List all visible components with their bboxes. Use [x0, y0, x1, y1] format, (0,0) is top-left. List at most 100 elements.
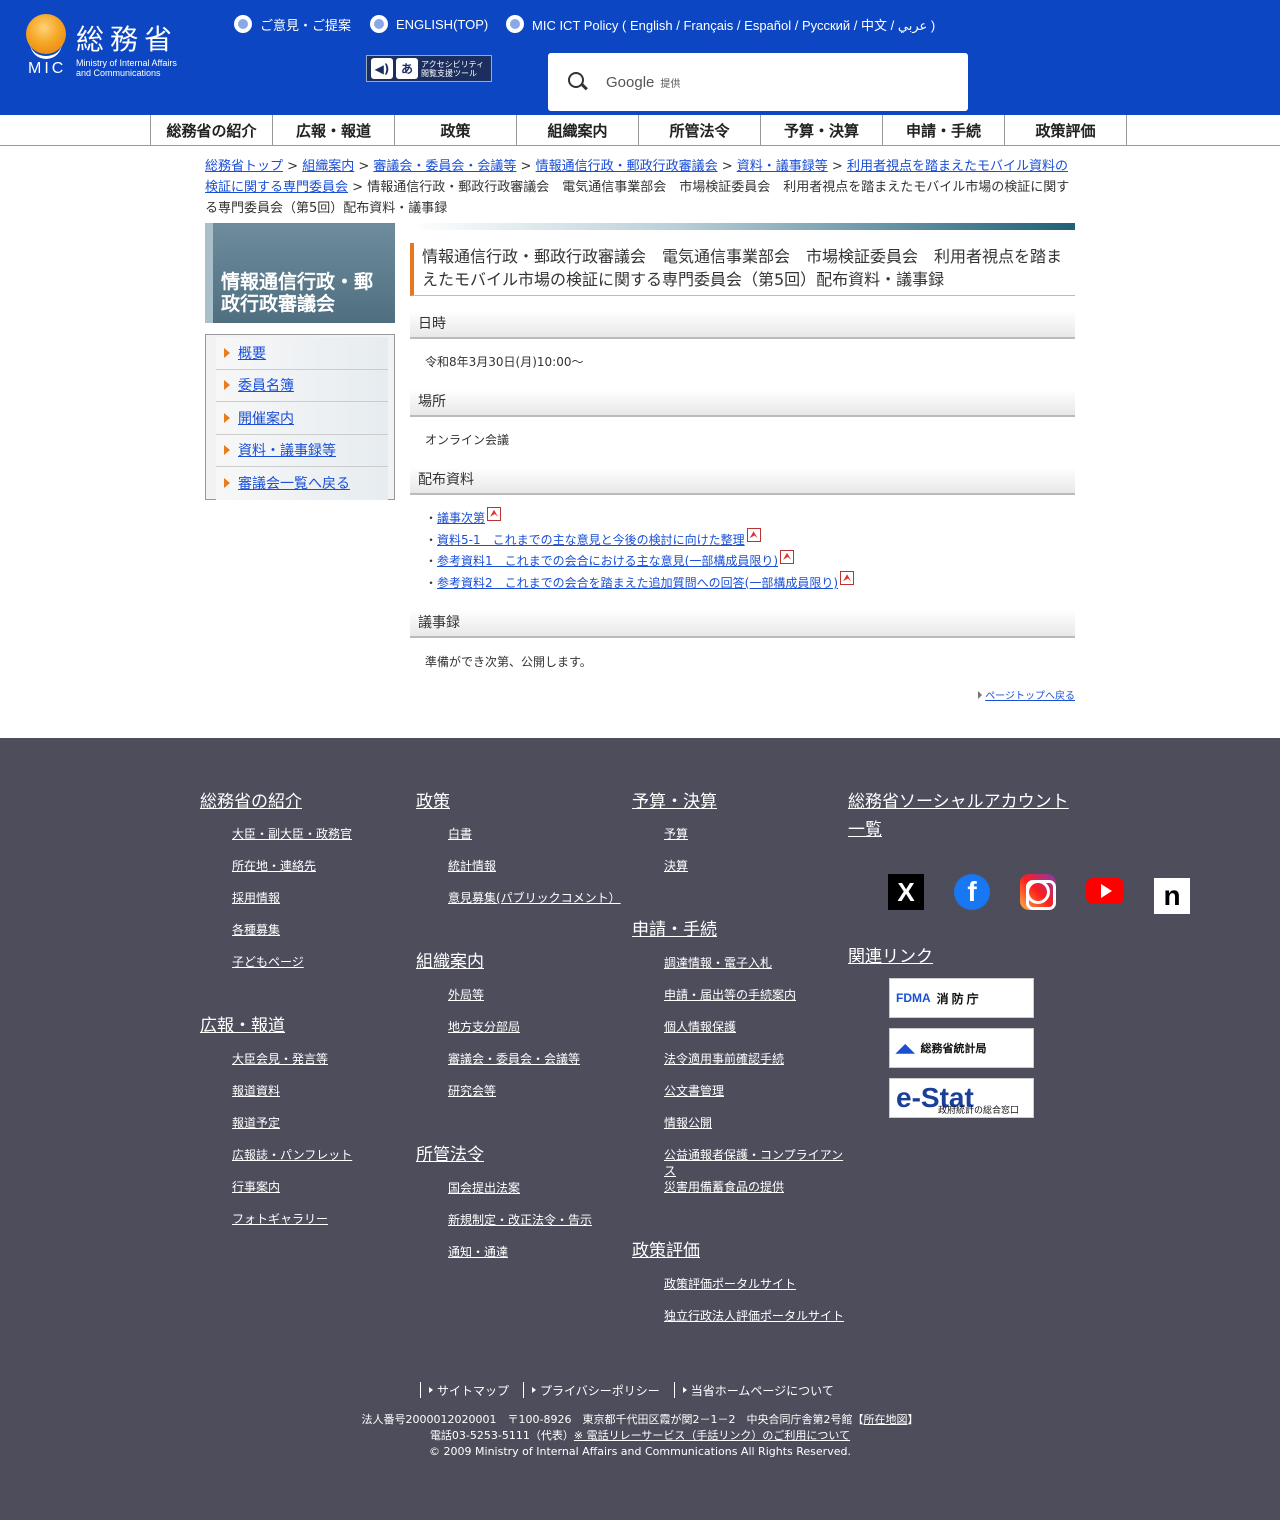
footer-link[interactable]: 予算: [664, 827, 688, 841]
footer-link[interactable]: 外局等: [448, 988, 484, 1002]
footer-heading-link[interactable]: 申請・手続: [632, 920, 717, 940]
gnav-item-evaluation[interactable]: 政策評価: [1005, 115, 1127, 146]
side-menu-link[interactable]: 開催案内: [238, 408, 294, 428]
side-menu-link[interactable]: 資料・議事録等: [238, 440, 336, 460]
footer-link[interactable]: 研究会等: [448, 1084, 496, 1098]
gnav-item-budget[interactable]: 予算・決算: [761, 115, 883, 146]
side-menu-link[interactable]: 概要: [238, 343, 266, 363]
side-menu-item-overview[interactable]: 概要: [216, 337, 388, 370]
x-icon[interactable]: X: [888, 874, 924, 910]
footer-link[interactable]: 調達情報・電子入札: [664, 956, 772, 970]
search-icon[interactable]: [568, 72, 588, 92]
footer-link[interactable]: 統計情報: [448, 859, 496, 873]
footer-heading-organization[interactable]: 組織案内: [416, 948, 484, 976]
footer-heading-link[interactable]: 関連リンク: [848, 947, 933, 967]
footer-link[interactable]: 災害用備蓄食品の提供: [664, 1180, 784, 1194]
breadcrumb-link[interactable]: 審議会・委員会・会議等: [373, 159, 516, 174]
footer-heading-link[interactable]: 組織案内: [416, 952, 484, 972]
document-link[interactable]: 参考資料1 これまでの会合における主な意見(一部構成員限り): [437, 552, 778, 569]
gnav-item-about[interactable]: 総務省の紹介: [151, 115, 273, 146]
breadcrumb-link[interactable]: 組織案内: [302, 159, 354, 174]
ict-policy-link[interactable]: MIC ICT Policy ( English / Français / Es…: [506, 14, 935, 34]
footer-link[interactable]: 政策評価ポータルサイト: [664, 1277, 796, 1291]
breadcrumb-link[interactable]: 資料・議事録等: [737, 159, 828, 174]
footer-heading-link[interactable]: 予算・決算: [632, 792, 717, 812]
footer-heading-evaluation[interactable]: 政策評価: [632, 1237, 700, 1265]
footer-heading-press[interactable]: 広報・報道: [200, 1012, 285, 1040]
instagram-icon[interactable]: [1020, 874, 1056, 910]
footer-link[interactable]: 白書: [448, 827, 472, 841]
footer-link[interactable]: 審議会・委員会・会議等: [448, 1052, 580, 1066]
about-site-link[interactable]: 当省ホームページについて: [673, 1382, 848, 1398]
footer-heading-laws[interactable]: 所管法令: [416, 1141, 484, 1169]
footer-heading-link[interactable]: 広報・報道: [200, 1016, 285, 1036]
breadcrumb-link[interactable]: 総務省トップ: [205, 159, 283, 174]
footer-link[interactable]: 公益通報者保護・コンプライアンス: [664, 1148, 843, 1178]
footer-link[interactable]: 所在地・連絡先: [232, 859, 316, 873]
footer-link[interactable]: フォトギャラリー: [232, 1212, 328, 1226]
footer-heading-related[interactable]: 関連リンク: [848, 943, 933, 971]
footer-link[interactable]: 情報公開: [664, 1116, 712, 1130]
gnav-item-laws[interactable]: 所管法令: [639, 115, 761, 146]
side-menu-link[interactable]: 審議会一覧へ戻る: [238, 473, 350, 493]
footer-link[interactable]: 公文書管理: [664, 1084, 724, 1098]
mic-logo[interactable]: 総務省 MIC Ministry of Internal Affairs and…: [26, 12, 216, 82]
gnav-item-organization[interactable]: 組織案内: [517, 115, 639, 146]
footer-link[interactable]: 各種募集: [232, 923, 280, 937]
footer-heading-about[interactable]: 総務省の紹介: [200, 788, 302, 816]
side-menu-item-back[interactable]: 審議会一覧へ戻る: [216, 467, 388, 500]
footer-heading-policy[interactable]: 政策: [416, 788, 450, 816]
gnav-item-applications[interactable]: 申請・手続: [883, 115, 1005, 146]
footer-link[interactable]: 大臣・副大臣・政務官: [232, 827, 352, 841]
footer-heading-budget[interactable]: 予算・決算: [632, 788, 717, 816]
side-menu-item-schedule[interactable]: 開催案内: [216, 402, 388, 435]
footer-link[interactable]: 国会提出法案: [448, 1181, 520, 1195]
fdma-banner[interactable]: FDMA 消防庁: [889, 978, 1034, 1018]
footer-link[interactable]: 子どもページ: [232, 955, 304, 969]
footer-heading-social[interactable]: 総務省ソーシャルアカウント一覧: [848, 788, 1078, 844]
footer-link[interactable]: 個人情報保護: [664, 1020, 736, 1034]
footer-link[interactable]: 通知・通達: [448, 1245, 508, 1259]
youtube-icon[interactable]: [1086, 878, 1124, 904]
note-icon[interactable]: n: [1154, 878, 1190, 914]
english-top-link[interactable]: ENGLISH(TOP): [370, 14, 488, 34]
footer-link[interactable]: 行事案内: [232, 1180, 280, 1194]
footer-link[interactable]: 大臣会見・発言等: [232, 1052, 328, 1066]
footer-link[interactable]: 地方支分部局: [448, 1020, 520, 1034]
accessibility-tool-button[interactable]: ◀) あ アクセシビリティ 閲覧支援ツール: [366, 55, 492, 82]
estat-banner[interactable]: e-Stat 政府統計の総合窓口: [889, 1078, 1034, 1118]
footer-link[interactable]: 法令適用事前確認手続: [664, 1052, 784, 1066]
facebook-icon[interactable]: f: [954, 874, 990, 910]
document-link[interactable]: 議事次第: [437, 509, 485, 526]
footer-heading-link[interactable]: 政策評価: [632, 1241, 700, 1261]
side-menu-item-members[interactable]: 委員名簿: [216, 369, 388, 402]
footer-link[interactable]: 意見募集(パブリックコメント）: [448, 891, 621, 905]
footer-heading-link[interactable]: 所管法令: [416, 1145, 484, 1165]
gnav-item-press[interactable]: 広報・報道: [273, 115, 395, 146]
footer-link[interactable]: 報道予定: [232, 1116, 280, 1130]
map-link[interactable]: 所在地図: [863, 1413, 907, 1426]
relay-service-link[interactable]: ※ 電話リレーサービス（手話リンク）のご利用について: [574, 1429, 850, 1442]
footer-link[interactable]: 採用情報: [232, 891, 280, 905]
feedback-link[interactable]: ご意見・ご提案: [234, 14, 351, 34]
side-menu-item-materials[interactable]: 資料・議事録等: [216, 434, 388, 467]
document-link[interactable]: 資料5-1 これまでの主な意見と今後の検討に向けた整理: [437, 531, 745, 548]
sitemap-link[interactable]: サイトマップ: [420, 1382, 523, 1398]
footer-link[interactable]: 新規制定・改正法令・告示: [448, 1213, 592, 1227]
footer-heading-applications[interactable]: 申請・手続: [632, 916, 717, 944]
footer-link[interactable]: 独立行政法人評価ポータルサイト: [664, 1309, 844, 1323]
site-search-input[interactable]: Google 提供: [548, 53, 968, 111]
footer-link[interactable]: 広報誌・パンフレット: [232, 1148, 352, 1162]
side-menu-link[interactable]: 委員名簿: [238, 375, 294, 395]
footer-heading-link[interactable]: 総務省ソーシャルアカウント一覧: [848, 792, 1069, 840]
statistics-bureau-banner[interactable]: ◢◣ 総務省統計局: [889, 1028, 1034, 1068]
footer-link[interactable]: 決算: [664, 859, 688, 873]
footer-link[interactable]: 申請・届出等の手続案内: [664, 988, 796, 1002]
footer-link[interactable]: 報道資料: [232, 1084, 280, 1098]
footer-heading-link[interactable]: 総務省の紹介: [200, 792, 302, 812]
footer-heading-link[interactable]: 政策: [416, 792, 450, 812]
page-top-link[interactable]: ページトップへ戻る: [985, 691, 1075, 702]
breadcrumb-link[interactable]: 情報通信行政・郵政行政審議会: [536, 159, 718, 174]
gnav-item-policy[interactable]: 政策: [395, 115, 517, 146]
privacy-policy-link[interactable]: プライバシーポリシー: [523, 1382, 674, 1398]
